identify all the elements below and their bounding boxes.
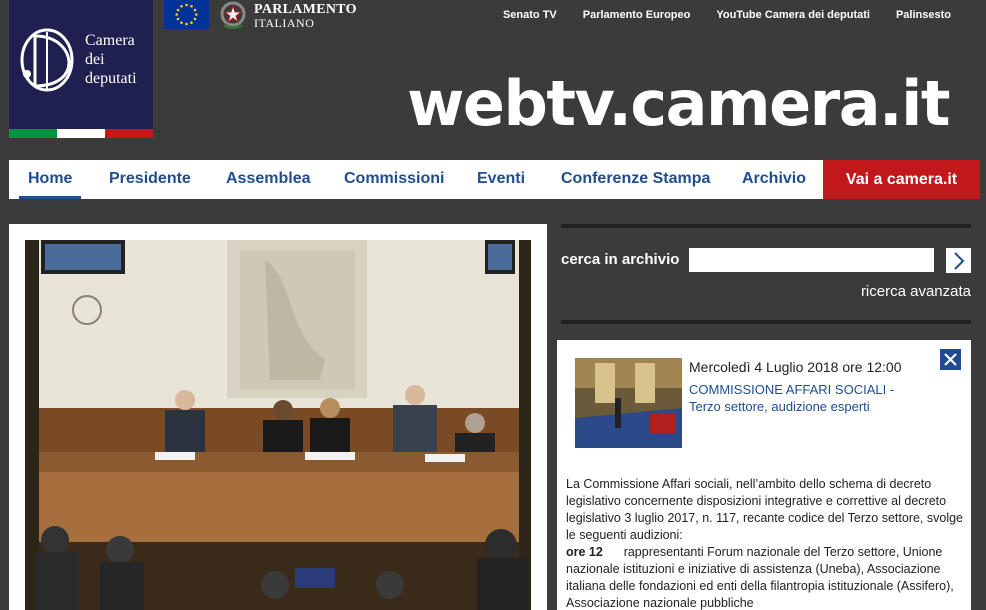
search-input[interactable] — [689, 248, 934, 272]
search-button[interactable] — [946, 248, 971, 273]
event-body-text: La Commissione Affari sociali, nell’ambi… — [566, 477, 964, 542]
nav-item-home[interactable]: Home — [19, 160, 82, 199]
video-panel — [9, 224, 547, 610]
top-links: Senato TV Parlamento Europeo YouTube Cam… — [503, 9, 951, 21]
search-label: cerca in archivio — [561, 251, 680, 268]
link-palinsesto[interactable]: Palinsesto — [896, 9, 951, 21]
italy-emblem-icon[interactable] — [220, 1, 246, 29]
parliament-sublabel[interactable]: ITALIANO — [254, 16, 314, 31]
link-senato-tv[interactable]: Senato TV — [503, 9, 557, 21]
link-youtube-camera[interactable]: YouTube Camera dei deputati — [716, 9, 870, 21]
nav-item-commissioni[interactable]: Commissioni — [344, 160, 444, 199]
divider — [561, 320, 971, 324]
advanced-search-link[interactable]: ricerca avanzata — [861, 283, 971, 300]
event-thumbnail[interactable] — [575, 358, 682, 448]
logo-text-line: dei — [85, 51, 105, 68]
link-parlamento-europeo[interactable]: Parlamento Europeo — [583, 9, 691, 21]
nav-item-conferenze-stampa[interactable]: Conferenze Stampa — [561, 160, 710, 199]
close-button[interactable] — [940, 349, 961, 370]
main-nav: Home Presidente Assemblea Commissioni Ev… — [9, 160, 980, 199]
vai-a-camera-button[interactable]: Vai a camera.it — [823, 160, 980, 199]
nav-item-eventi[interactable]: Eventi — [477, 160, 525, 199]
video-player[interactable] — [25, 240, 531, 610]
chevron-right-icon — [953, 251, 964, 270]
event-description: La Commissione Affari sociali, nell’ambi… — [566, 476, 964, 610]
site-title[interactable]: webtv.camera.it — [407, 64, 950, 144]
nav-item-archivio[interactable]: Archivio — [742, 160, 806, 199]
event-card: Mercoledì 4 Luglio 2018 ore 12:00 COMMIS… — [557, 340, 971, 610]
nav-item-assemblea[interactable]: Assemblea — [226, 160, 311, 199]
close-icon — [944, 353, 957, 366]
eu-flag-icon[interactable] — [164, 0, 209, 29]
logo-text-line: Camera — [85, 32, 135, 49]
event-time-text: rappresentanti Forum nazionale del Terzo… — [566, 545, 954, 610]
event-date: Mercoledì 4 Luglio 2018 ore 12:00 — [689, 359, 902, 375]
divider — [561, 224, 971, 228]
nav-item-presidente[interactable]: Presidente — [109, 160, 191, 199]
logo-text-line: deputati — [85, 70, 137, 87]
video-frame — [25, 240, 531, 610]
camera-logo-icon — [20, 28, 74, 92]
event-time-label: ore 12 — [566, 545, 603, 559]
camera-logo[interactable]: Camera dei deputati — [9, 0, 153, 138]
italian-flag-stripe — [9, 129, 153, 138]
event-title[interactable]: COMMISSIONE AFFARI SOCIALI - Terzo setto… — [689, 381, 929, 415]
